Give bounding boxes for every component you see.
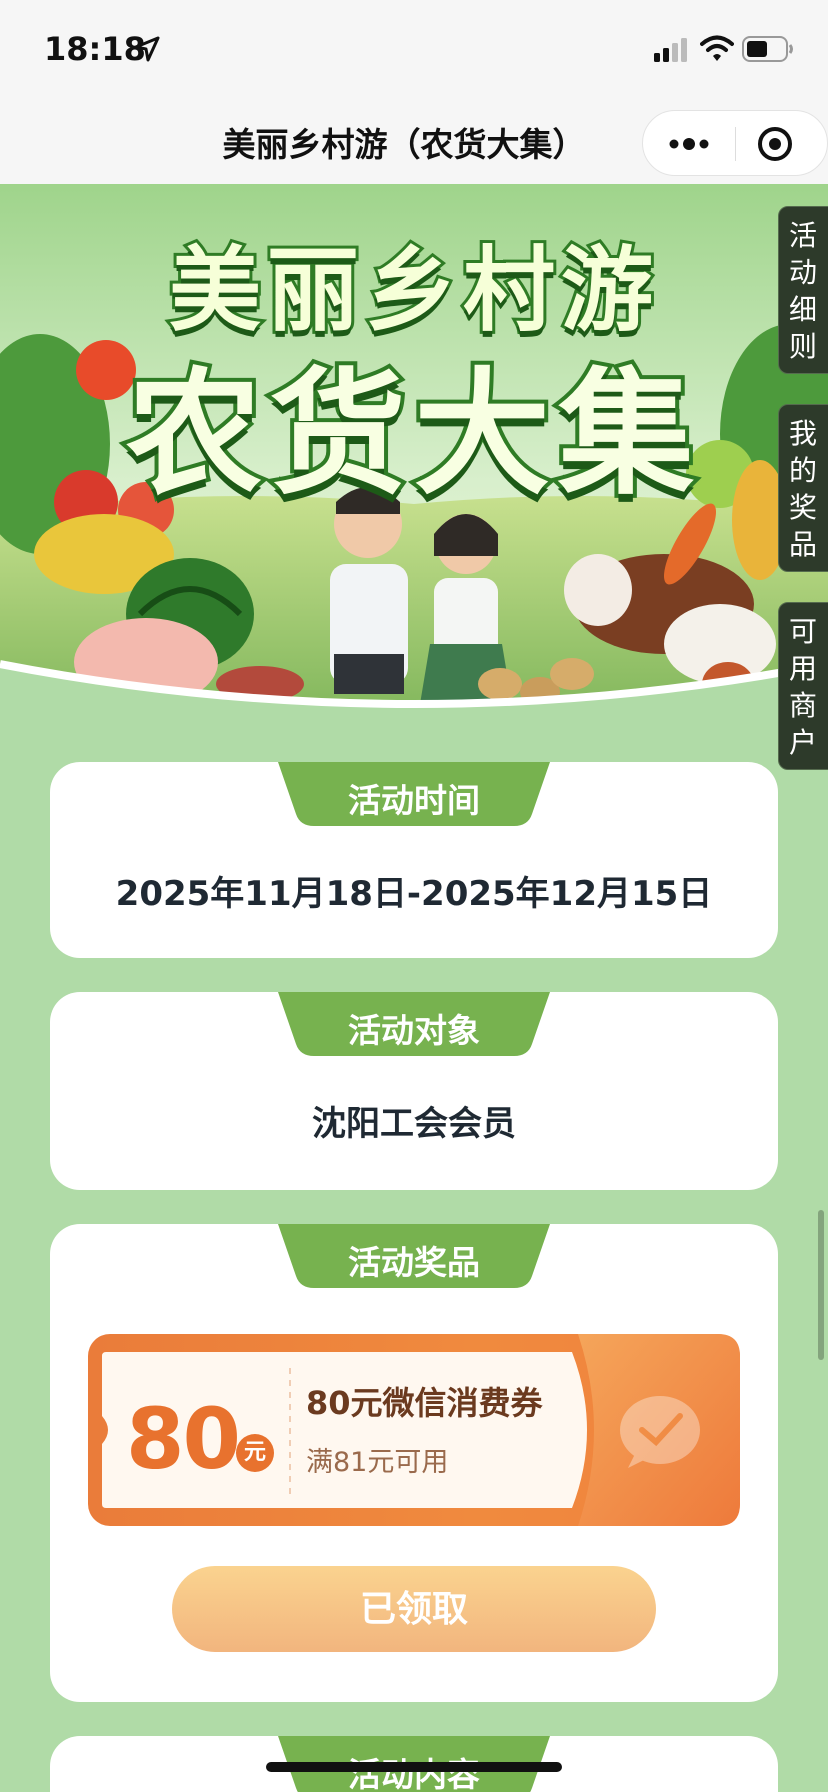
card-header: 活动对象 <box>278 992 550 1056</box>
wifi-icon <box>700 35 734 61</box>
status-time: 18:18 <box>44 30 146 68</box>
card-header-text: 活动时间 <box>348 781 480 820</box>
side-tab-label: 可用商户 <box>788 615 817 759</box>
location-arrow-icon <box>134 36 160 62</box>
activity-prize-card: 活动奖品 80 元 80元微信消费券 满81元可用 已领取 <box>50 1224 778 1702</box>
side-tab-merchants[interactable]: 可用商户 <box>778 602 828 770</box>
card-header-text: 活动奖品 <box>348 1243 480 1282</box>
more-icon[interactable] <box>665 131 713 157</box>
side-tab-label: 活动细则 <box>788 219 817 363</box>
banner-title-line2: 农货大集 <box>122 352 702 518</box>
claimed-button[interactable]: 已领取 <box>172 1566 656 1652</box>
coupon-card[interactable]: 80 元 80元微信消费券 满81元可用 <box>88 1334 740 1526</box>
nav-bar: 美丽乡村游（农货大集） <box>0 96 828 184</box>
side-tab-my-prizes[interactable]: 我的奖品 <box>778 404 828 572</box>
status-bar: 18:18 <box>0 0 828 96</box>
coupon-title: 80元微信消费券 <box>306 1384 543 1422</box>
coupon-condition: 满81元可用 <box>306 1447 449 1478</box>
card-header: 活动时间 <box>278 762 550 826</box>
activity-time-value: 2025年11月18日-2025年12月15日 <box>115 874 713 914</box>
scrollbar[interactable] <box>818 1210 824 1360</box>
coupon-unit: 元 <box>236 1434 274 1472</box>
side-tab-rules[interactable]: 活动细则 <box>778 206 828 374</box>
side-tab-label: 我的奖品 <box>788 417 817 561</box>
activity-time-card: 活动时间 2025年11月18日-2025年12月15日 <box>50 762 778 958</box>
battery-icon <box>742 36 793 62</box>
coupon-amount: 80 <box>126 1390 241 1488</box>
hero-banner: 美丽乡村游 农货大集 <box>0 184 828 724</box>
card-header: 活动奖品 <box>278 1224 550 1288</box>
target-icon[interactable] <box>755 124 795 164</box>
home-indicator[interactable] <box>266 1762 562 1772</box>
capsule-divider <box>735 127 736 161</box>
mini-program-capsule <box>642 110 828 176</box>
card-header-text: 活动对象 <box>348 1011 480 1050</box>
signal-icon <box>654 38 687 62</box>
activity-target-card: 活动对象 沈阳工会会员 <box>50 992 778 1190</box>
activity-target-value: 沈阳工会会员 <box>312 1104 516 1144</box>
